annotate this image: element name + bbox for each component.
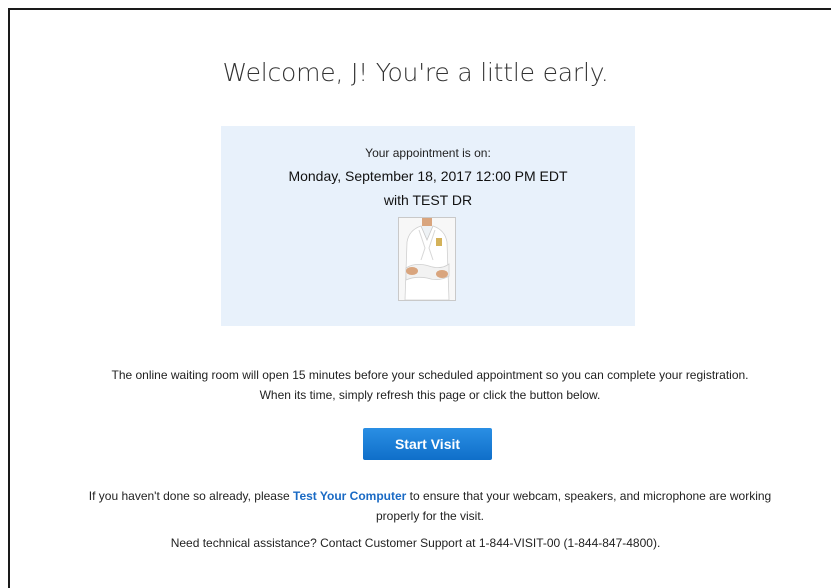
test-computer-notice: If you haven't done so already, please T… — [85, 486, 775, 526]
appointment-datetime: Monday, September 18, 2017 12:00 PM EDT — [288, 168, 568, 184]
appointment-doctor: with TEST DR — [383, 192, 473, 208]
appointment-panel: Your appointment is on: Monday, Septembe… — [221, 126, 635, 326]
welcome-heading: Welcome, J! You're a little early. — [222, 58, 609, 87]
test-computer-suffix: to ensure that your webcam, speakers, an… — [375, 489, 772, 523]
doctor-photo — [398, 217, 456, 301]
test-your-computer-link[interactable]: Test Your Computer — [293, 489, 406, 503]
test-computer-prefix: If you haven't done so already, please — [88, 489, 293, 503]
appointment-intro: Your appointment is on: — [365, 146, 491, 160]
doctor-avatar-icon — [399, 218, 455, 300]
support-contact: Need technical assistance? Contact Custo… — [170, 536, 661, 550]
waiting-room-info: The online waiting room will open 15 min… — [111, 368, 749, 402]
start-visit-button[interactable]: Start Visit — [363, 428, 492, 460]
